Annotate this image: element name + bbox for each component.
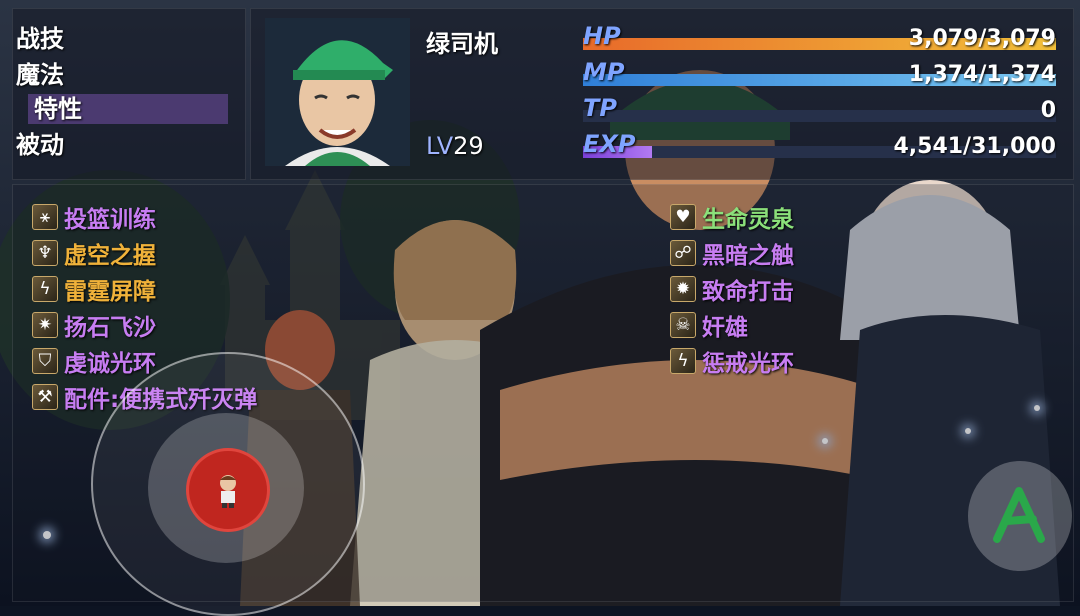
dark-touch-icon: ☍ [670,240,696,266]
mp-label: MP [583,58,625,86]
hp-value: 3,079/3,079 [908,26,1056,51]
skill-item[interactable]: ⚹ 投篮训练 [32,202,156,233]
skill-label: 投篮训练 [64,207,156,233]
grenade-icon: ⚒ [32,384,58,410]
tp-label: TP [583,94,617,122]
skill-item[interactable]: ☍ 黑暗之触 [670,238,794,269]
tp-value: 0 [1040,98,1056,123]
sandstorm-icon: ✷ [32,312,58,338]
skill-item[interactable]: ϟ 雷霆屏障 [32,274,156,305]
void-hand-icon: ♆ [32,240,58,266]
skill-item[interactable]: ⛉ 虔诚光环 [32,346,156,377]
a-letter-icon [993,487,1045,543]
actor-portrait [265,18,410,166]
joystick-knob[interactable] [186,448,270,532]
level-value: 29 [453,132,484,160]
lightning-shield-icon: ϟ [32,276,58,302]
menu-item-passives[interactable]: 被动 [16,130,216,160]
skill-item[interactable]: ✹ 致命打击 [670,274,794,305]
skill-item[interactable]: ♥ 生命灵泉 [670,202,794,233]
skill-label: 虔诚光环 [64,351,156,377]
skill-label: 扬石飞沙 [64,315,156,341]
action-button-a[interactable] [968,461,1072,571]
skill-label: 惩戒光环 [702,351,794,377]
hp-label: HP [583,22,621,50]
skull-icon: ☠ [670,312,696,338]
skill-label: 生命灵泉 [702,207,794,233]
player-sprite-icon [220,475,236,508]
skill-item[interactable]: ✷ 扬石飞沙 [32,310,156,341]
menu-item-combat-arts[interactable]: 战技 [16,24,216,54]
skill-item[interactable]: ϟ 惩戒光环 [670,346,794,377]
skill-label: 致命打击 [702,279,794,305]
skill-label: 虚空之握 [64,243,156,269]
actor-level: LV29 [426,132,484,160]
skill-label: 奸雄 [702,315,748,341]
mp-value: 1,374/1,374 [908,62,1056,87]
basketball-icon: ⚹ [32,204,58,230]
level-label: LV [426,132,454,160]
heart-spring-icon: ♥ [670,204,696,230]
holy-shield-icon: ⛉ [32,348,58,374]
punish-aura-icon: ϟ [670,348,696,374]
actor-name: 绿司机 [426,30,498,58]
critical-strike-icon: ✹ [670,276,696,302]
menu-item-traits[interactable]: 特性 [28,94,228,124]
skill-item[interactable]: ☠ 奸雄 [670,310,748,341]
exp-value: 4,541/31,000 [893,134,1056,159]
skill-item[interactable]: ♆ 虚空之握 [32,238,156,269]
skill-label: 雷霆屏障 [64,279,156,305]
exp-label: EXP [583,130,636,158]
skill-label: 黑暗之触 [702,243,794,269]
menu-item-magic[interactable]: 魔法 [16,60,216,90]
